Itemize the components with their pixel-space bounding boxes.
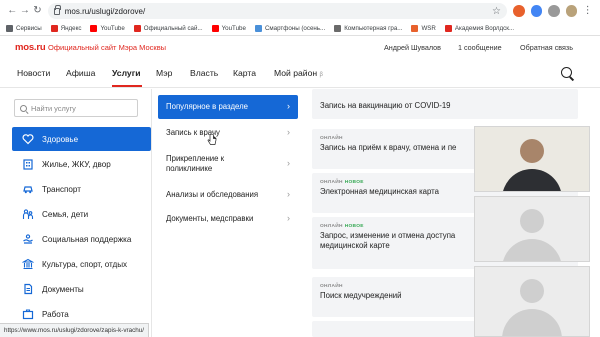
bookmark-item[interactable]: YouTube <box>90 25 125 32</box>
nav-item-news[interactable]: Новости <box>17 68 50 78</box>
nav-item-government[interactable]: Власть <box>190 68 218 78</box>
site-icon <box>444 25 452 32</box>
category-family[interactable]: Семья, дети <box>12 202 152 226</box>
service-search-input[interactable]: Найти услугу <box>14 99 138 117</box>
category-culture[interactable]: Культура, спорт, отдых <box>12 252 152 276</box>
extension-icon[interactable] <box>530 5 543 17</box>
subcategory-doctor-appointment[interactable]: Запись к врачу › <box>158 123 298 143</box>
extension-icon[interactable] <box>512 5 525 17</box>
category-documents[interactable]: Документы <box>12 277 152 301</box>
nav-item-map[interactable]: Карта <box>233 68 256 78</box>
site-icon <box>254 25 262 32</box>
site-logo[interactable]: mos.ru <box>15 42 46 53</box>
building-icon <box>22 158 34 170</box>
document-icon <box>22 283 34 295</box>
subcategory-popular[interactable]: Популярное в разделе › <box>158 95 298 119</box>
link-status-bar: https://www.mos.ru/uslugi/zdorove/zapis-… <box>0 323 149 337</box>
person-placeholder <box>520 139 544 163</box>
youtube-icon <box>211 25 219 32</box>
nav-item-services[interactable]: Услуги <box>112 68 141 78</box>
category-social-support[interactable]: Социальная поддержка <box>12 227 152 251</box>
nav-item-my-district[interactable]: Мой район β <box>274 68 323 78</box>
category-health[interactable]: Здоровье <box>12 127 151 151</box>
browser-toolbar: ← → ↻ mos.ru/uslugi/zdorove/ ☆ ⋮ <box>0 0 600 22</box>
participant-tile <box>474 196 590 262</box>
extension-icon[interactable] <box>548 5 560 17</box>
service-card[interactable]: Запись на вакцинацию от COVID-19 <box>312 89 578 119</box>
chevron-right-icon: › <box>287 213 290 224</box>
search-icon[interactable] <box>561 67 572 78</box>
new-badge: НОВОЕ <box>344 180 364 185</box>
culture-icon <box>22 258 34 270</box>
back-icon[interactable]: ← <box>6 4 19 18</box>
bookmark-item[interactable]: YouTube <box>211 25 246 32</box>
site-icon <box>334 25 342 32</box>
more-menu-icon[interactable]: ⋮ <box>581 4 594 18</box>
bookmark-item[interactable]: Сервисы <box>6 25 42 32</box>
lock-icon <box>53 4 61 15</box>
search-placeholder: Найти услугу <box>31 103 76 113</box>
profile-avatar[interactable] <box>565 5 578 17</box>
subcategory-documents[interactable]: Документы, медсправки › <box>158 209 298 229</box>
bookmark-item[interactable]: Смартфоны (осень... <box>254 25 325 32</box>
site-tagline[interactable]: Официальный сайт Мэра Москвы <box>48 43 166 52</box>
hands-icon <box>22 233 34 245</box>
participant-tile <box>474 266 590 337</box>
forward-icon[interactable]: → <box>19 4 32 18</box>
person-placeholder <box>520 279 544 303</box>
hand-cursor-icon <box>207 134 217 145</box>
category-sidebar: Найти услугу Здоровье Жилье, ЖКУ, двор Т… <box>0 89 152 337</box>
bookmark-item[interactable]: WSR <box>411 25 436 32</box>
chevron-right-icon: › <box>287 189 290 200</box>
category-housing[interactable]: Жилье, ЖКУ, двор <box>12 152 152 176</box>
bookmarks-bar: Сервисы Яндекс YouTube Официальный сай..… <box>0 22 600 36</box>
chevron-right-icon: › <box>287 127 290 138</box>
chevron-right-icon: › <box>287 158 290 169</box>
heart-icon <box>22 133 34 145</box>
bookmark-item[interactable]: Академия Ворлдск... <box>444 25 514 32</box>
bookmark-item[interactable]: Официальный сай... <box>133 25 203 32</box>
beta-badge: β <box>319 72 323 78</box>
address-bar[interactable]: mos.ru/uslugi/zdorove/ ☆ <box>47 3 507 19</box>
subcategory-clinic-attachment[interactable]: Прикрепление к поликлинике › <box>158 151 298 177</box>
active-nav-indicator <box>112 85 142 87</box>
user-name-link[interactable]: Андрей Шувалов <box>384 43 441 52</box>
category-transport[interactable]: Транспорт <box>12 177 152 201</box>
video-call-overlay <box>474 126 590 337</box>
feedback-link[interactable]: Обратная связь <box>520 43 573 52</box>
youtube-icon <box>90 25 98 32</box>
wsr-icon <box>411 25 419 32</box>
new-badge: НОВОЕ <box>344 224 364 229</box>
url-text: mos.ru/uslugi/zdorove/ <box>64 6 146 16</box>
bookmark-star-icon[interactable]: ☆ <box>492 6 501 17</box>
subcategory-menu: Популярное в разделе › Запись к врачу › … <box>152 89 304 337</box>
family-icon <box>22 208 34 220</box>
apps-icon <box>6 25 13 32</box>
briefcase-icon <box>22 308 34 320</box>
chevron-right-icon: › <box>287 101 290 112</box>
messages-link[interactable]: 1 сообщение <box>458 43 502 52</box>
car-icon <box>22 183 34 195</box>
nav-item-afisha[interactable]: Афиша <box>66 68 95 78</box>
webcam-feed <box>474 126 590 192</box>
nav-item-mayor[interactable]: Мэр <box>156 68 172 78</box>
mosru-icon <box>133 25 141 32</box>
subcategory-tests[interactable]: Анализы и обследования › <box>158 185 298 205</box>
reload-icon[interactable]: ↻ <box>31 4 44 18</box>
search-icon <box>20 104 27 112</box>
bookmark-item[interactable]: Яндекс <box>50 25 81 32</box>
main-navigation: Новости Афиша Услуги Мэр Власть Карта Мо… <box>0 58 600 88</box>
site-header: mos.ru Официальный сайт Мэра Москвы Андр… <box>0 36 600 58</box>
person-placeholder <box>520 209 544 233</box>
yandex-icon <box>50 25 58 32</box>
bookmark-item[interactable]: Компьютерная гра... <box>334 25 402 32</box>
